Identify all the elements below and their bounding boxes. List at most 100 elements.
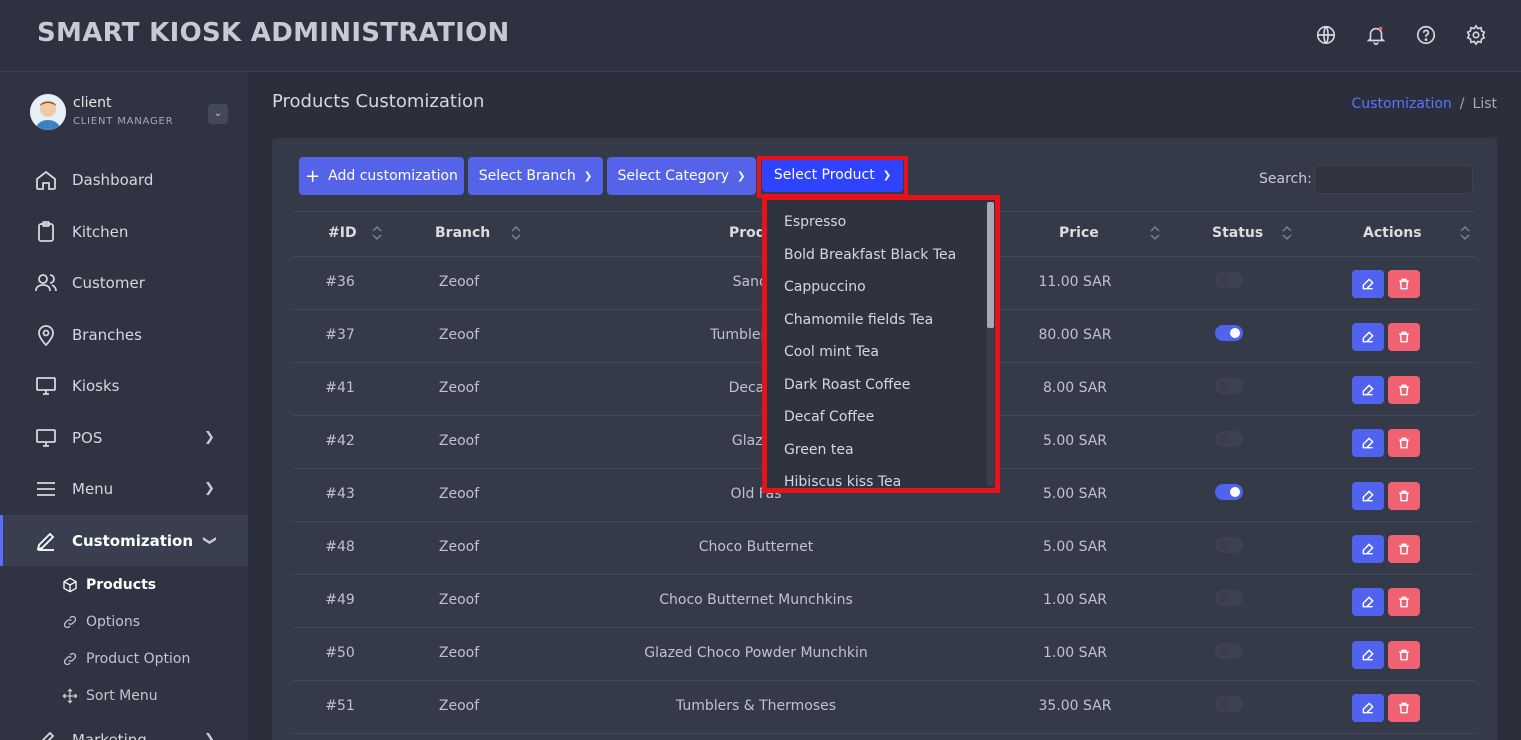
status-toggle[interactable] [1215, 484, 1243, 500]
delete-button[interactable] [1388, 482, 1420, 510]
edit-button[interactable] [1352, 641, 1384, 669]
sidebar-subitem-options[interactable]: Options [0, 603, 248, 640]
edit-button[interactable] [1352, 482, 1384, 510]
delete-button[interactable] [1388, 270, 1420, 298]
dropdown-option[interactable]: Dark Roast Coffee [784, 377, 910, 393]
cell-branch: Zeoof [438, 486, 480, 502]
status-toggle[interactable] [1215, 431, 1243, 447]
status-toggle[interactable] [1215, 272, 1243, 288]
dropdown-scrollbar[interactable] [987, 202, 994, 328]
table-row: #48 Zeoof Choco Butternet 5.00 SAR [292, 522, 1476, 575]
sidebar-item-label: Marketing [72, 730, 147, 740]
status-toggle[interactable] [1215, 378, 1243, 394]
delete-button[interactable] [1388, 376, 1420, 404]
add-customization-button[interactable]: + Add customization [299, 157, 464, 195]
sidebar-item-menu[interactable]: Menu ❯ [0, 463, 248, 514]
sidebar-item-marketing[interactable]: Marketing ❯ [0, 714, 248, 740]
edit-button[interactable] [1352, 588, 1384, 616]
edit-icon [1362, 331, 1374, 343]
status-toggle[interactable] [1215, 643, 1243, 659]
dropdown-option[interactable]: Cool mint Tea [784, 344, 879, 360]
sort-icon[interactable] [1459, 225, 1471, 241]
dropdown-option[interactable]: Chamomile fields Tea [784, 312, 933, 328]
sidebar-item-branches[interactable]: Branches [0, 309, 248, 360]
breadcrumb-link[interactable]: Customization [1352, 96, 1452, 112]
sort-icon[interactable] [1149, 225, 1161, 241]
dropdown-option[interactable]: Espresso [784, 214, 846, 230]
column-header-actions[interactable]: Actions [1363, 225, 1422, 241]
dropdown-option[interactable]: Bold Breakfast Black Tea [784, 247, 956, 263]
select-product-dropdown[interactable]: Espresso Bold Breakfast Black Tea Cappucci… [762, 195, 1000, 493]
sidebar-item-dashboard[interactable]: Dashboard [0, 154, 248, 205]
select-branch-label: Select Branch [478, 168, 576, 184]
delete-button[interactable] [1388, 694, 1420, 722]
sort-icon[interactable] [371, 225, 383, 241]
user-profile[interactable]: client CLIENT MANAGER ⌄ [30, 94, 230, 134]
cell-id: #43 [325, 486, 355, 502]
cell-price: 1.00 SAR [1042, 592, 1108, 608]
cell-product: Choco Butternet Munchkins [659, 592, 853, 608]
avatar [30, 94, 66, 130]
toggle-knob [1230, 328, 1240, 338]
delete-button[interactable] [1388, 535, 1420, 563]
edit-button[interactable] [1352, 429, 1384, 457]
column-header-status[interactable]: Status [1212, 225, 1263, 241]
map-pin-icon [38, 324, 54, 346]
sort-icon[interactable] [510, 225, 522, 241]
dropdown-option[interactable]: Decaf Coffee [784, 409, 874, 425]
chevron-down-icon: ❯ [583, 170, 593, 182]
sidebar-subitem-sort-menu[interactable]: Sort Menu [0, 677, 248, 714]
status-toggle[interactable] [1215, 696, 1243, 712]
dropdown-option[interactable]: Hibiscus kiss Tea [784, 474, 901, 488]
sidebar-item-kiosks[interactable]: Kiosks [0, 360, 248, 411]
column-header-branch[interactable]: Branch [435, 225, 490, 241]
dropdown-option[interactable]: Green tea [784, 442, 854, 458]
chevron-down-icon[interactable]: ⌄ [208, 104, 228, 124]
users-icon [35, 273, 57, 291]
delete-button[interactable] [1388, 588, 1420, 616]
cell-branch: Zeoof [438, 539, 480, 555]
sidebar-subitem-products[interactable]: Products [0, 566, 248, 603]
delete-button[interactable] [1388, 429, 1420, 457]
sidebar-item-kitchen[interactable]: Kitchen [0, 206, 248, 257]
sidebar-item-customer[interactable]: Customer [0, 257, 248, 308]
sort-icon[interactable] [1281, 225, 1293, 241]
sidebar-item-label: Kitchen [72, 222, 129, 241]
gear-icon[interactable] [1465, 24, 1487, 46]
sidebar-subitem-label: Options [86, 613, 141, 630]
edit-icon [1362, 702, 1374, 714]
cell-price: 8.00 SAR [1042, 380, 1108, 396]
monitor-icon [36, 428, 56, 447]
column-header-product[interactable]: Prod [729, 225, 766, 241]
edit-button[interactable] [1352, 376, 1384, 404]
column-header-price[interactable]: Price [1059, 225, 1099, 241]
help-icon[interactable] [1415, 24, 1437, 46]
dropdown-option[interactable]: Cappuccino [784, 279, 866, 295]
edit-button[interactable] [1352, 694, 1384, 722]
chevron-right-icon: ❯ [204, 481, 215, 496]
column-header-id[interactable]: #ID [328, 225, 357, 241]
edit-icon [1362, 490, 1374, 502]
cell-branch: Zeoof [438, 645, 480, 661]
sidebar-subitem-product-option[interactable]: Product Option [0, 640, 248, 677]
edit-icon [1362, 278, 1374, 290]
user-role: CLIENT MANAGER [73, 116, 174, 127]
edit-button[interactable] [1352, 535, 1384, 563]
select-branch-button[interactable]: Select Branch ❯ [468, 157, 603, 195]
search-input[interactable] [1314, 165, 1473, 194]
bell-icon[interactable] [1365, 24, 1387, 46]
globe-icon[interactable] [1315, 24, 1337, 46]
select-category-button[interactable]: Select Category ❯ [607, 157, 756, 195]
sidebar-item-customization[interactable]: Customization ❯ [0, 515, 248, 566]
edit-icon [1362, 384, 1374, 396]
edit-button[interactable] [1352, 270, 1384, 298]
status-toggle[interactable] [1215, 325, 1243, 341]
delete-button[interactable] [1388, 323, 1420, 351]
delete-button[interactable] [1388, 641, 1420, 669]
status-toggle[interactable] [1215, 590, 1243, 606]
edit-button[interactable] [1352, 323, 1384, 351]
status-toggle[interactable] [1215, 537, 1243, 553]
toggle-knob [1218, 646, 1228, 656]
add-customization-label: Add customization [328, 168, 458, 184]
sidebar-item-pos[interactable]: POS ❯ [0, 412, 248, 463]
